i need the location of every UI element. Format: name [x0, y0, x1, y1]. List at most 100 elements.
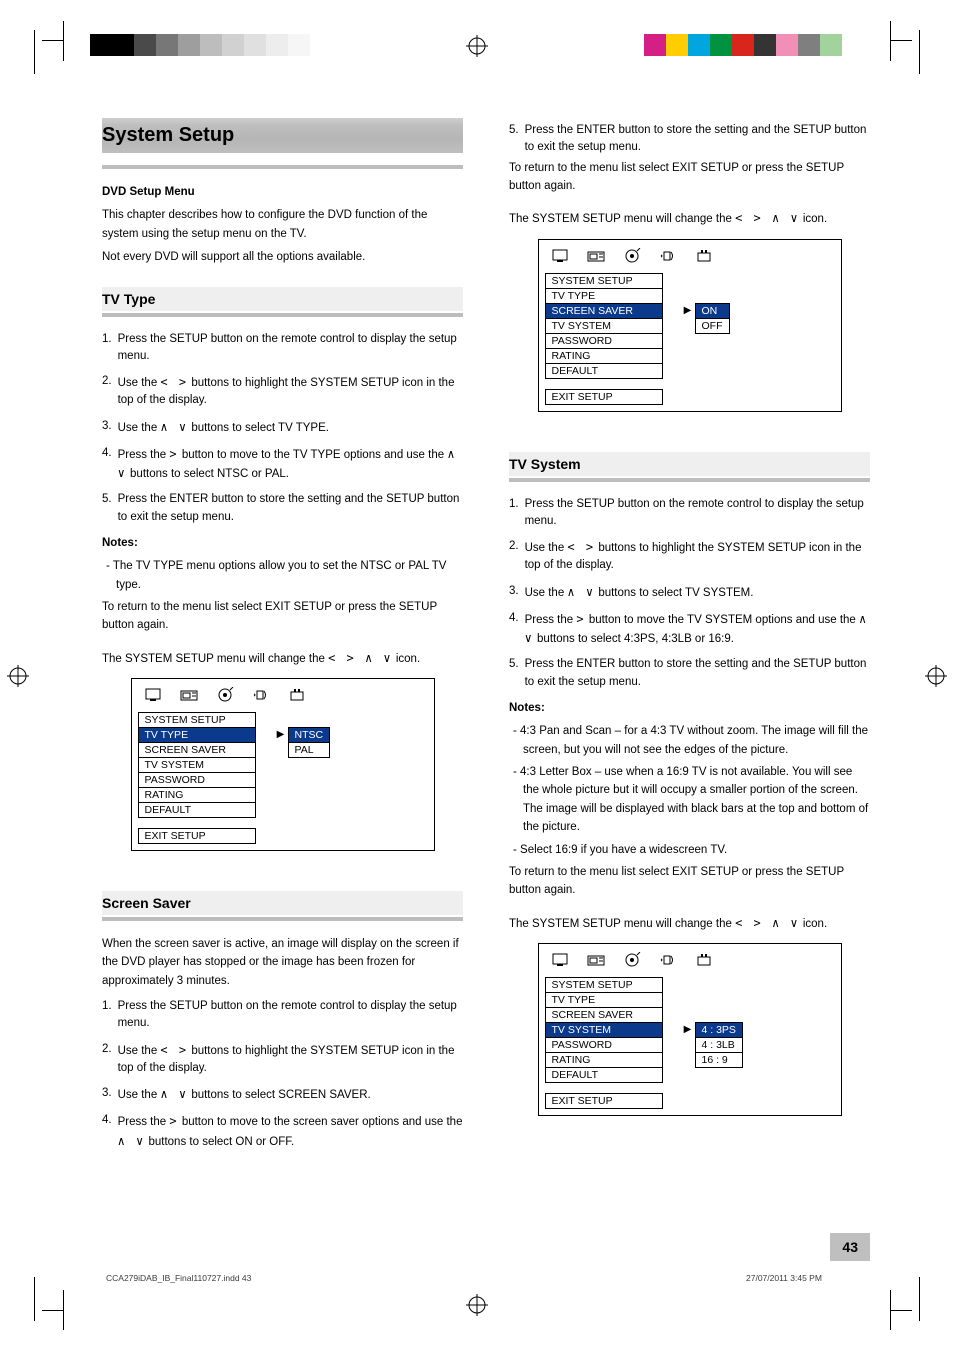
step-number: 1. — [509, 496, 519, 531]
step-number: 1. — [102, 331, 112, 366]
crop-hair-tl — [34, 30, 35, 74]
swatch — [244, 34, 266, 56]
step-1: 1. Press the SETUP button on the remote … — [509, 496, 870, 531]
menu-caption: The SYSTEM SETUP menu will change the < … — [509, 914, 870, 933]
osd-tab-icon — [551, 952, 571, 968]
osd-menu-item: DEFAULT — [138, 803, 256, 818]
osd-menu-item: TV TYPE — [545, 289, 663, 304]
osd-tab-icon — [551, 248, 571, 264]
osd-tab-icon — [587, 952, 607, 968]
osd-menu-list: SYSTEM SETUPTV TYPESCREEN SAVERTV SYSTEM… — [138, 712, 256, 844]
step-text: Press the ENTER button to store the sett… — [525, 122, 870, 157]
page-number: 43 — [830, 1233, 870, 1261]
swatch — [288, 34, 310, 56]
osd-menu-item: TV TYPE — [138, 728, 256, 743]
swatch — [156, 34, 178, 56]
osd-menu-item: TV SYSTEM — [545, 319, 663, 334]
swatch — [710, 34, 732, 56]
swatch — [666, 34, 688, 56]
step-number: 2. — [102, 373, 112, 410]
step-2: 2. Use the < > buttons to highlight the … — [102, 373, 463, 410]
swatch — [134, 34, 156, 56]
osd-tab-icon — [144, 687, 164, 703]
osd-option-item: 4 : 3LB — [695, 1038, 743, 1053]
swatch — [112, 34, 134, 56]
osd-tab-icon — [587, 248, 607, 264]
osd-exit-item: EXIT SETUP — [545, 389, 663, 405]
swatch — [754, 34, 776, 56]
divider — [102, 917, 463, 921]
footer-filename: CCA279iDAB_IB_Final110727.indd 43 — [106, 1273, 251, 1283]
arrow-icons-ud: ∧ ∨ — [567, 585, 595, 599]
step-text: buttons to select TV SYSTEM. — [598, 587, 753, 599]
crop-mark-tr — [890, 40, 912, 131]
osd-pointer-icon: ▶ — [681, 977, 695, 1035]
step-text: Use the — [118, 377, 161, 389]
heading-tv-system: TV System — [509, 452, 870, 476]
step-text: Use the — [118, 1045, 161, 1057]
step-text: button to move to the screen saver optio… — [182, 1116, 463, 1128]
crop-mark-br — [890, 1286, 912, 1311]
step-text: buttons to select NTSC or PAL. — [130, 468, 289, 480]
registration-mark-left — [6, 664, 30, 688]
footer-date: 27/07/2011 3:45 PM — [746, 1273, 822, 1283]
osd-option-item: 4 : 3PS — [695, 1022, 743, 1038]
osd-tab-icon — [180, 687, 200, 703]
step-4: 4. Press the > button to move the TV SYS… — [509, 610, 870, 649]
step-number: 3. — [102, 1085, 112, 1104]
osd-menu-list: SYSTEM SETUPTV TYPESCREEN SAVERTV SYSTEM… — [545, 273, 663, 405]
swatch — [90, 34, 112, 56]
subheading-dvd-setup: DVD Setup Menu — [102, 183, 463, 201]
step-number: 1. — [102, 998, 112, 1033]
osd-tab-icon — [216, 687, 236, 703]
osd-menu-item: PASSWORD — [545, 1038, 663, 1053]
step-number: 4. — [102, 1112, 112, 1151]
step-text: Use the — [525, 587, 568, 599]
step-text: Press the — [525, 614, 577, 626]
step-text: button to move to the TV TYPE options an… — [182, 449, 448, 461]
osd-menu-item: DEFAULT — [545, 364, 663, 379]
swatch — [776, 34, 798, 56]
osd-option-list: 4 : 3PS4 : 3LB16 : 9 — [695, 977, 743, 1068]
osd-menu-item: SCREEN SAVER — [545, 304, 663, 319]
back-to-menu-text: To return to the menu list select EXIT S… — [509, 863, 870, 900]
osd-menu-tv-system: SYSTEM SETUPTV TYPESCREEN SAVERTV SYSTEM… — [538, 943, 842, 1116]
osd-tab-icon — [288, 687, 308, 703]
osd-tab-row — [545, 246, 835, 269]
osd-menu-tv-type: SYSTEM SETUPTV TYPESCREEN SAVERTV SYSTEM… — [131, 678, 435, 851]
step-text: buttons to select TV TYPE. — [191, 422, 329, 434]
menu-caption: The SYSTEM SETUP menu will change the < … — [102, 649, 463, 668]
intro-text-1: This chapter describes how to configure … — [102, 206, 463, 243]
osd-menu-item: SCREEN SAVER — [138, 743, 256, 758]
osd-menu-item: PASSWORD — [138, 773, 256, 788]
step-number: 5. — [509, 656, 519, 691]
step-text: Use the — [525, 542, 568, 554]
osd-menu-item: SYSTEM SETUP — [545, 977, 663, 993]
menu-caption: The SYSTEM SETUP menu will change the < … — [509, 209, 870, 228]
step-text: Use the — [118, 1089, 161, 1101]
swatch — [820, 34, 842, 56]
note-text: - 4:3 Pan and Scan – for a 4:3 TV withou… — [509, 722, 870, 759]
notes-heading: Notes: — [509, 699, 870, 717]
registration-mark-top — [465, 34, 489, 58]
step-number: 2. — [102, 1041, 112, 1078]
osd-exit-item: EXIT SETUP — [138, 828, 256, 844]
osd-tab-icon — [623, 248, 643, 264]
osd-menu-item: PASSWORD — [545, 334, 663, 349]
osd-menu-item: TV TYPE — [545, 993, 663, 1008]
arrow-icon-right: > — [576, 612, 585, 626]
osd-tab-icon — [695, 952, 715, 968]
color-swatches-right — [644, 34, 864, 56]
step-number: 5. — [102, 491, 112, 526]
osd-menu-item: SYSTEM SETUP — [545, 273, 663, 289]
swatch — [200, 34, 222, 56]
osd-exit-item: EXIT SETUP — [545, 1093, 663, 1109]
osd-menu-item: SCREEN SAVER — [545, 1008, 663, 1023]
left-column: System Setup DVD Setup Menu This chapter… — [102, 88, 463, 1261]
osd-menu-item: TV SYSTEM — [138, 758, 256, 773]
step-number: 2. — [509, 538, 519, 575]
arrow-icons-all: < > ∧ ∨ — [328, 651, 393, 665]
step-2: 2. Use the < > buttons to highlight the … — [102, 1041, 463, 1078]
page-content: System Setup DVD Setup Menu This chapter… — [102, 88, 870, 1261]
step-4: 4. Press the > button to move to the TV … — [102, 445, 463, 484]
